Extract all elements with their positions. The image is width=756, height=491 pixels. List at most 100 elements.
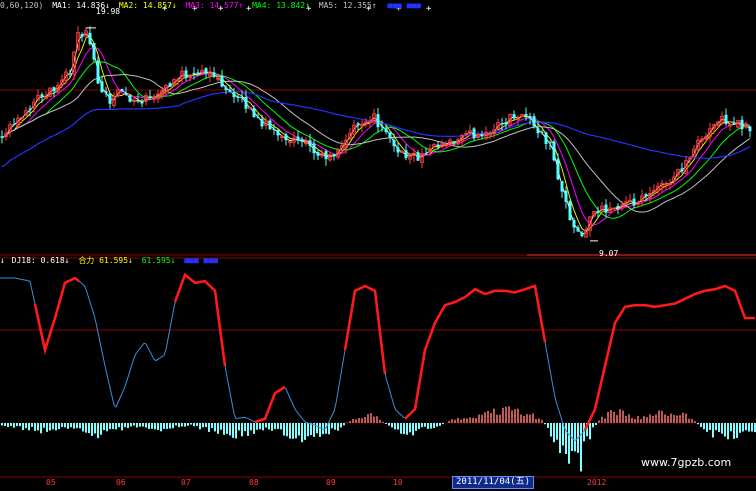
line4-swatch: ■■■ ■■■	[184, 256, 218, 265]
histogram-bar-down	[286, 423, 288, 437]
histogram-bar-down	[421, 423, 423, 428]
histogram-bar-down	[55, 423, 57, 431]
indicator-arrow: ↓	[0, 256, 5, 265]
candle-body-down	[404, 150, 408, 159]
histogram-bar-down	[226, 423, 228, 434]
histogram-bar-up	[499, 414, 501, 423]
histogram-bar-down	[166, 423, 168, 429]
histogram-bar-down	[331, 423, 333, 429]
histogram-bar-up	[661, 410, 663, 423]
candle-body-down	[604, 204, 608, 213]
histogram-bar-down	[412, 423, 414, 436]
legend-ma3-label: MA3:	[185, 1, 205, 10]
histogram-bar-down	[214, 423, 216, 432]
candle-body-down	[524, 113, 528, 117]
histogram-bar-up	[352, 419, 354, 423]
histogram-bar-down	[52, 423, 54, 430]
histogram-bar-down	[295, 423, 297, 439]
candle-body-down	[268, 120, 272, 130]
candle-body-down	[376, 114, 380, 128]
histogram-bar-up	[622, 410, 624, 423]
histogram-bar-up	[607, 411, 609, 423]
low-price-label: 9.07	[599, 249, 619, 258]
histogram-bar-down	[592, 423, 594, 428]
candle-body-down	[644, 194, 648, 197]
histogram-bar-down	[178, 423, 180, 428]
histogram-bar-down	[418, 423, 420, 430]
histogram-bar-up	[451, 419, 453, 423]
histogram-bar-up	[691, 418, 693, 423]
histogram-bar-down	[145, 423, 147, 428]
histogram-bar-up	[610, 410, 612, 423]
histogram-bar-down	[127, 423, 129, 429]
candle-body-down	[88, 32, 92, 45]
histogram-bar-down	[118, 423, 120, 428]
histogram-bar-down	[700, 423, 702, 428]
histogram-bar-up	[457, 417, 459, 423]
histogram-bar-down	[16, 423, 18, 427]
histogram-bar-down	[283, 423, 285, 436]
histogram-bar-up	[478, 414, 480, 423]
histogram-bar-down	[595, 423, 597, 426]
candle-body-down	[356, 123, 360, 125]
histogram-bar-down	[559, 423, 561, 454]
candle-body-down	[724, 114, 728, 125]
histogram-bar-down	[184, 423, 186, 427]
candle-body-down	[40, 94, 44, 98]
histogram-bar-down	[427, 423, 429, 429]
histogram-bar-down	[259, 423, 261, 430]
histogram-bar-up	[676, 415, 678, 423]
histogram-bar-down	[280, 423, 282, 430]
candle-body-down	[472, 128, 476, 139]
legend-ma5-value: 12.355↑	[342, 1, 377, 10]
histogram-bar-down	[262, 423, 264, 431]
candle-body-down	[424, 153, 428, 155]
legend-params: 0,60,120)	[0, 1, 44, 10]
candle-body-down	[632, 198, 636, 206]
histogram-bar-down	[442, 423, 444, 425]
candle-body-down	[284, 134, 288, 141]
histogram-bar-down	[229, 423, 231, 436]
candle-body-down	[92, 43, 96, 60]
histogram-bar-up	[523, 415, 525, 423]
candle-body-down	[680, 168, 684, 172]
histogram-bar-up	[487, 410, 489, 423]
histogram-bar-down	[256, 423, 258, 430]
indicator-legend: ↓ DJ18: 0.618↓ 合力 61.595↓ 61.595↓ ■■■ ■■…	[0, 256, 218, 266]
histogram-bar-down	[547, 423, 549, 428]
watermark-text: www.7gpzb.com	[641, 456, 732, 469]
histogram-bar-down	[154, 423, 156, 430]
histogram-bar-up	[529, 414, 531, 423]
histogram-bar-down	[28, 423, 30, 431]
histogram-bar-down	[97, 423, 99, 439]
heli-value: 61.595↓	[99, 256, 133, 265]
candle-body-down	[596, 210, 600, 213]
histogram-bar-down	[238, 423, 240, 431]
histogram-bar-down	[409, 423, 411, 433]
cursor-date-label: 2011/11/04(五)	[452, 476, 535, 489]
histogram-bar-up	[535, 419, 537, 423]
legend-ma2-label: MA2:	[118, 1, 139, 10]
histogram-bar-down	[205, 423, 207, 427]
histogram-bar-up	[493, 408, 495, 423]
histogram-bar-down	[115, 423, 117, 430]
candle-body-down	[148, 96, 152, 98]
histogram-bar-up	[379, 419, 381, 423]
histogram-bar-down	[568, 423, 570, 464]
stock-chart[interactable]: + + + + + + + + 0,60,120) MA1: 14.836↓ MA2: 14.…	[0, 0, 756, 489]
candle-body-down	[244, 97, 248, 109]
histogram-bar-up	[649, 414, 651, 423]
candle-body-down	[308, 140, 312, 146]
candle-body-down	[332, 154, 336, 157]
candle-body-down	[212, 72, 216, 77]
candle-body-down	[128, 95, 132, 102]
histogram-bar-down	[550, 423, 552, 437]
candle-body-down	[0, 136, 4, 138]
candle-body-down	[220, 75, 224, 87]
histogram-bar-up	[454, 419, 456, 423]
candle-body-down	[560, 181, 564, 192]
legend-ma2-value: 14.857↓	[142, 1, 177, 10]
histogram-bar-down	[310, 423, 312, 435]
candle-body-down	[544, 132, 548, 144]
histogram-bar-down	[715, 423, 717, 431]
